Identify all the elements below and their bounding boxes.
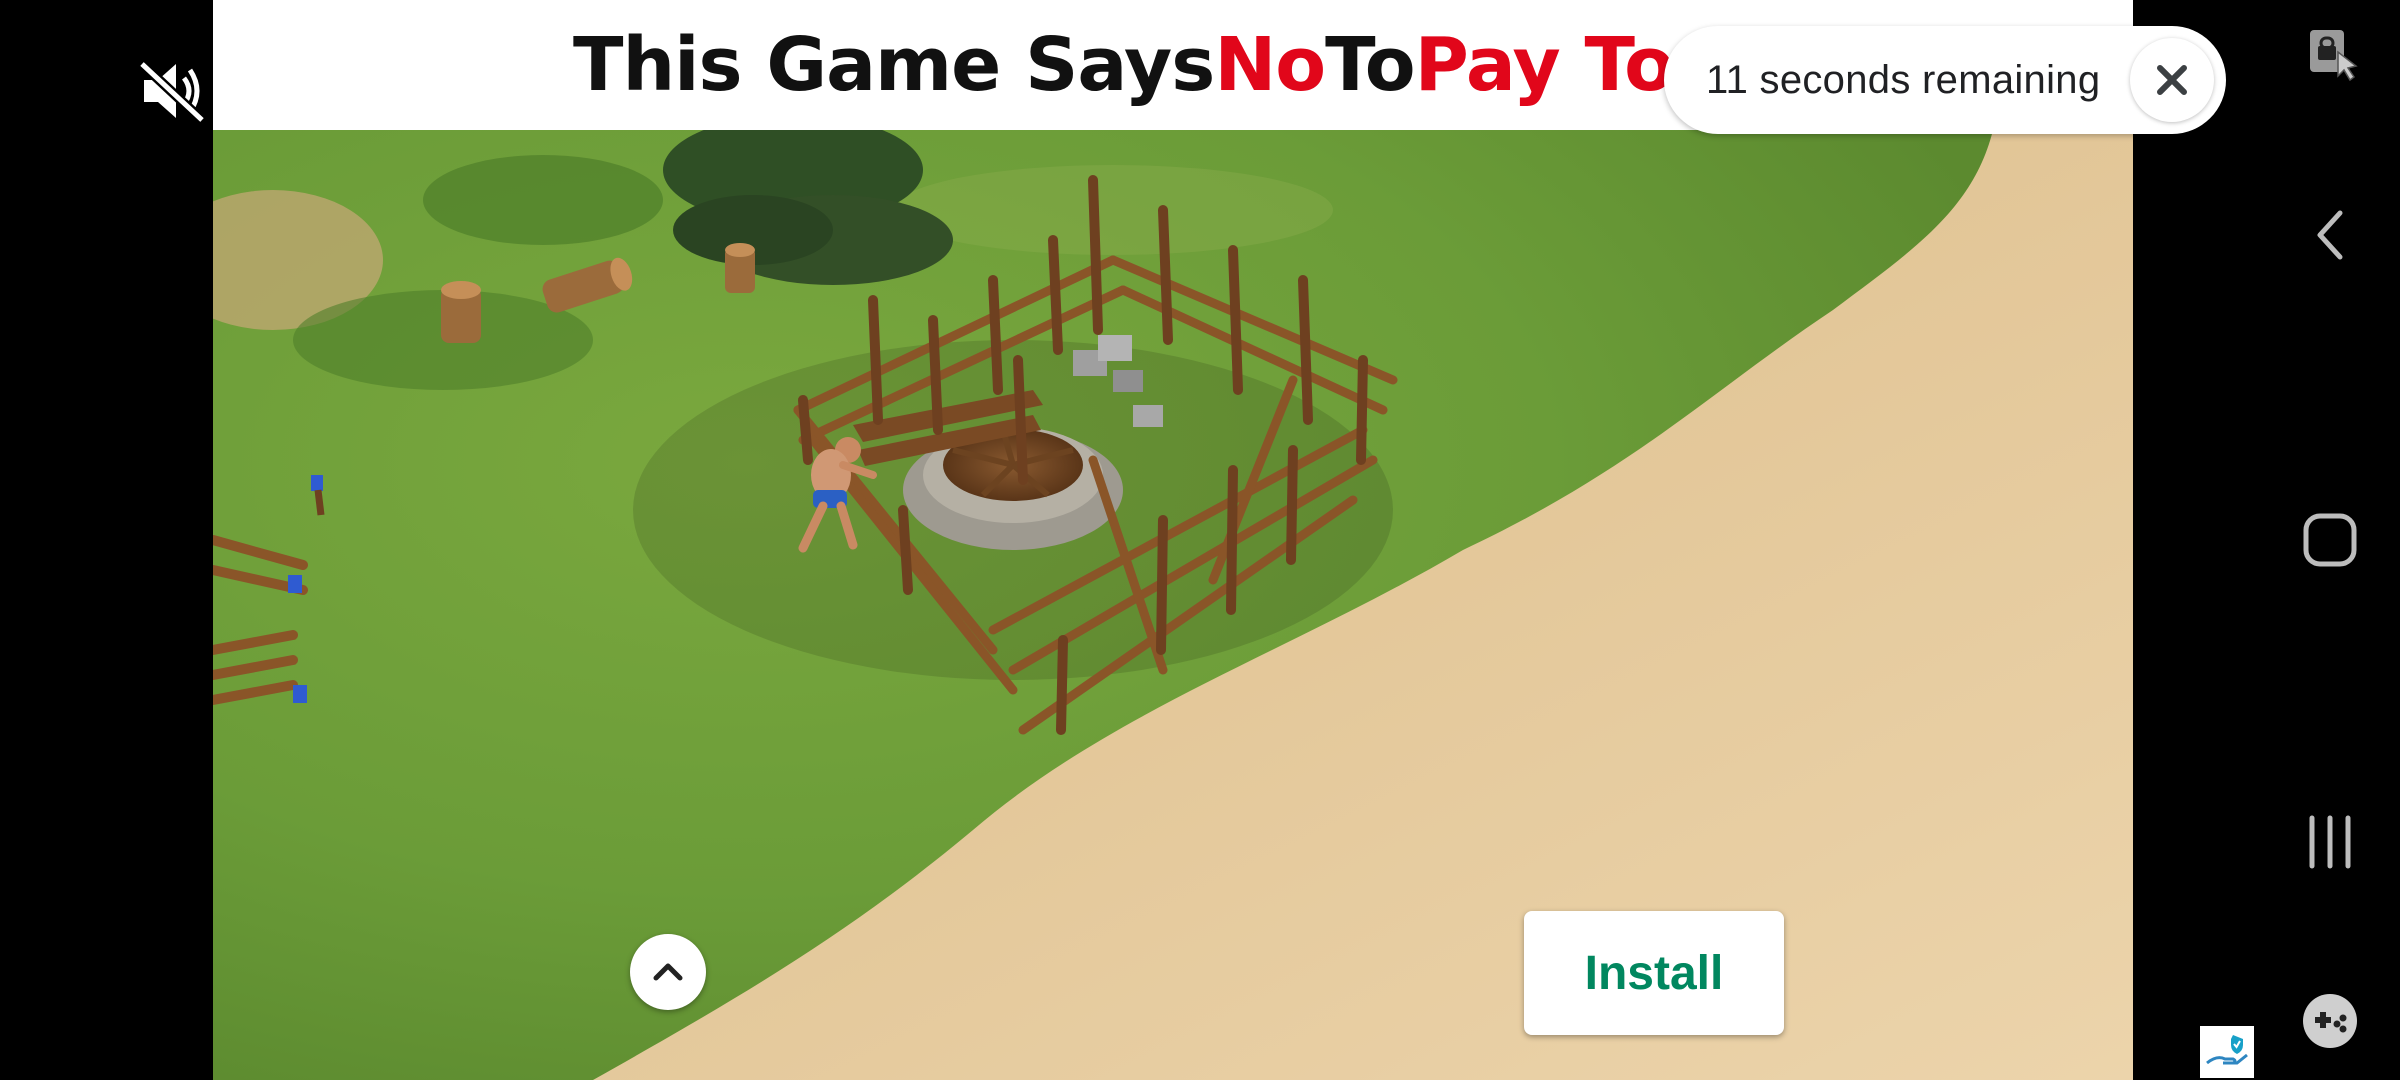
ad-stage[interactable]: This Game Says No To Pay To W Install	[213, 0, 2133, 1080]
screen-lock-icon[interactable]	[2290, 24, 2370, 84]
countdown-pill: 11 seconds remaining	[1664, 26, 2226, 134]
back-icon[interactable]	[2290, 205, 2370, 265]
install-button[interactable]: Install	[1524, 911, 1784, 1035]
close-button[interactable]	[2130, 38, 2214, 122]
recents-icon[interactable]	[2290, 812, 2370, 872]
expand-button[interactable]	[630, 934, 706, 1010]
volume-muted-icon[interactable]	[138, 58, 210, 124]
safe-hand-icon	[2200, 1026, 2254, 1078]
home-icon[interactable]	[2290, 510, 2370, 570]
banner-text-1: This Game Says	[573, 22, 1215, 108]
game-scene	[213, 130, 2133, 1080]
game-controller-icon[interactable]	[2290, 991, 2370, 1051]
banner-text-3: To	[1325, 22, 1415, 108]
chevron-up-icon	[653, 963, 683, 981]
banner-text-2: No	[1214, 22, 1326, 108]
countdown-text: 11 seconds remaining	[1706, 58, 2101, 102]
close-icon	[2157, 65, 2187, 95]
